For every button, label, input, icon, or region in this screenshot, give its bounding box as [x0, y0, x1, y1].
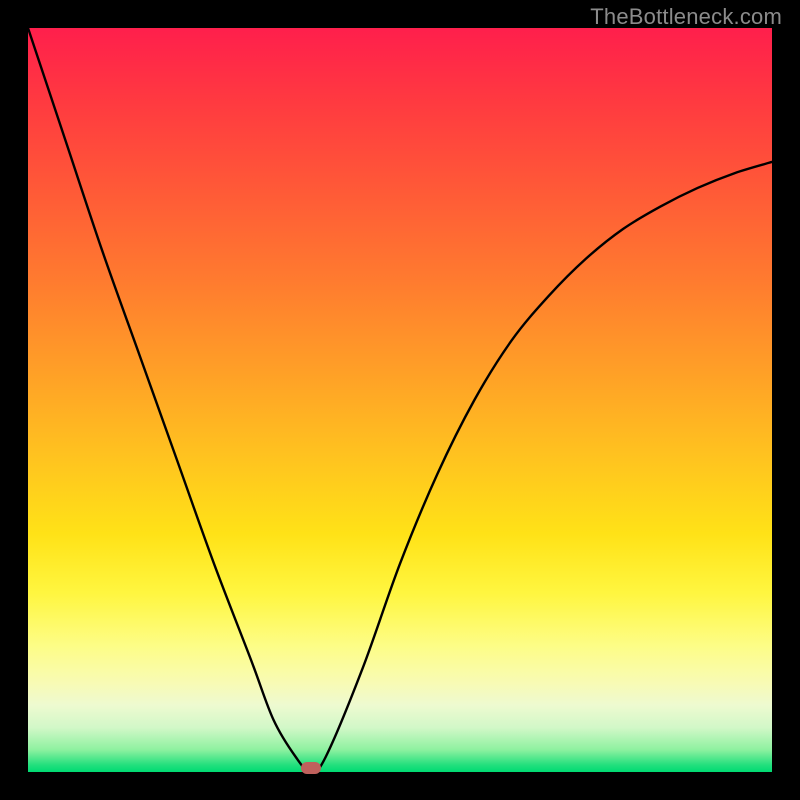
bottleneck-curve — [28, 28, 772, 772]
watermark-text: TheBottleneck.com — [590, 4, 782, 30]
chart-frame: TheBottleneck.com — [0, 0, 800, 800]
optimal-point-marker — [301, 762, 321, 774]
plot-area — [28, 28, 772, 772]
